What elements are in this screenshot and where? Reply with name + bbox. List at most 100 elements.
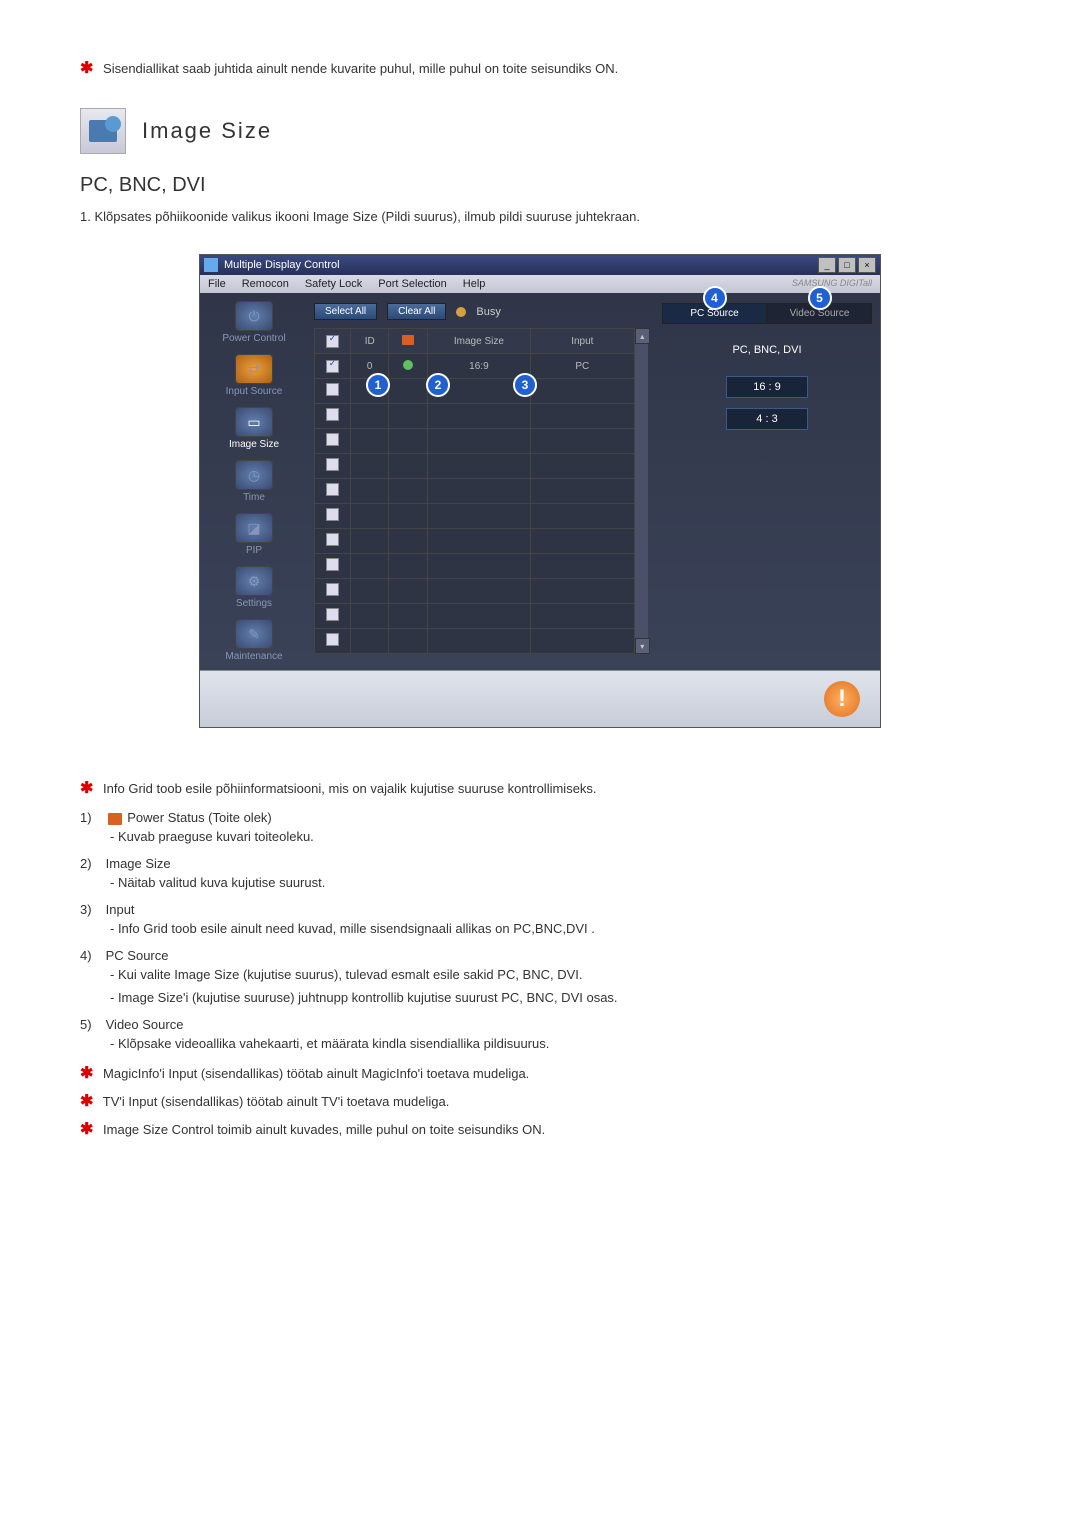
close-button[interactable]: × bbox=[858, 257, 876, 273]
grid-row-empty bbox=[315, 554, 635, 579]
sidebar-item-label: Power Control bbox=[222, 333, 285, 344]
exp-title: Power Status (Toite olek) bbox=[127, 810, 272, 825]
brand-label: SAMSUNG DIGITall bbox=[792, 278, 872, 290]
power-status-icon bbox=[108, 813, 122, 825]
exp-item-4: 4) PC Source - Kui valite Image Size (ku… bbox=[80, 948, 1000, 1005]
callout-4: 4 bbox=[703, 286, 727, 310]
end-note-3: ✱ Image Size Control toimib ainult kuvad… bbox=[80, 1119, 1000, 1139]
subheading: PC, BNC, DVI bbox=[80, 174, 1000, 197]
sidebar-item-power[interactable]: ⏻ Power Control bbox=[204, 301, 304, 344]
col-checkbox bbox=[315, 329, 351, 354]
sidebar-item-label: Time bbox=[243, 492, 265, 503]
menu-portselection[interactable]: Port Selection bbox=[378, 278, 446, 290]
grid-row-empty bbox=[315, 379, 635, 404]
end-note-1: ✱ MagicInfo'i Input (sisendallikas) tööt… bbox=[80, 1063, 1000, 1083]
row-checkbox[interactable] bbox=[326, 508, 339, 521]
exp-title: PC Source bbox=[106, 948, 169, 963]
sidebar-item-time[interactable]: ◷ Time bbox=[204, 460, 304, 503]
exp-desc: - Näitab valitud kuva kujutise suurust. bbox=[110, 875, 1000, 890]
grid-row-empty bbox=[315, 404, 635, 429]
ratio-16-9-button[interactable]: 16 : 9 bbox=[726, 376, 808, 398]
callout-5: 5 bbox=[808, 286, 832, 310]
menu-file[interactable]: File bbox=[208, 278, 226, 290]
power-icon: ⏻ bbox=[235, 301, 273, 331]
sidebar-item-label: Settings bbox=[236, 598, 272, 609]
sidebar-item-pip[interactable]: ◪ PIP bbox=[204, 513, 304, 556]
minimize-button[interactable]: _ bbox=[818, 257, 836, 273]
menubar: File Remocon Safety Lock Port Selection … bbox=[200, 275, 880, 293]
row-checkbox[interactable] bbox=[326, 483, 339, 496]
scroll-down-arrow-icon[interactable]: ▾ bbox=[635, 638, 650, 654]
col-id: ID bbox=[351, 329, 389, 354]
row-checkbox[interactable] bbox=[326, 633, 339, 646]
center-panel: Select All Clear All Busy ID Image Size … bbox=[308, 293, 654, 670]
row-checkbox[interactable] bbox=[326, 533, 339, 546]
star-icon: ✱ bbox=[80, 778, 93, 798]
grid-row[interactable]: 0 16:9 PC bbox=[315, 354, 635, 379]
exp-title: Image Size bbox=[106, 856, 171, 871]
exp-desc: - Kui valite Image Size (kujutise suurus… bbox=[110, 967, 1000, 982]
header-checkbox[interactable] bbox=[326, 335, 339, 348]
exp-desc: - Info Grid toob esile ainult need kuvad… bbox=[110, 921, 1000, 936]
sidebar-item-input[interactable]: ⇄ Input Source bbox=[204, 354, 304, 397]
sidebar-item-label: Image Size bbox=[229, 439, 279, 450]
callout-3: 3 bbox=[513, 373, 537, 397]
pip-icon: ◪ bbox=[235, 513, 273, 543]
clear-all-button[interactable]: Clear All bbox=[387, 303, 446, 320]
menu-help[interactable]: Help bbox=[463, 278, 486, 290]
row-checkbox[interactable] bbox=[326, 383, 339, 396]
select-all-button[interactable]: Select All bbox=[314, 303, 377, 320]
star-icon: ✱ bbox=[80, 1091, 93, 1111]
imagesize-icon: ▭ bbox=[235, 407, 273, 437]
header-title: Image Size bbox=[142, 118, 272, 144]
tab-video-source[interactable]: 5 Video Source bbox=[767, 303, 872, 324]
input-icon: ⇄ bbox=[235, 354, 273, 384]
grid-row-empty bbox=[315, 479, 635, 504]
grid-row-empty bbox=[315, 604, 635, 629]
exp-title: Video Source bbox=[106, 1017, 184, 1032]
info-grid: ID Image Size Input 0 16:9 PC bbox=[314, 328, 635, 654]
row-checkbox[interactable] bbox=[326, 608, 339, 621]
sidebar-item-settings[interactable]: ⚙ Settings bbox=[204, 566, 304, 609]
row-checkbox[interactable] bbox=[326, 433, 339, 446]
sidebar-item-maintenance[interactable]: ✎ Maintenance bbox=[204, 619, 304, 662]
busy-dot-icon bbox=[456, 307, 466, 317]
row-checkbox[interactable] bbox=[326, 408, 339, 421]
grid-row-empty bbox=[315, 529, 635, 554]
row-checkbox[interactable] bbox=[326, 583, 339, 596]
grid-scrollbar[interactable]: ▴ ▾ bbox=[635, 328, 648, 654]
titlebar: Multiple Display Control _ □ × bbox=[200, 255, 880, 275]
exp-title: Input bbox=[106, 902, 135, 917]
exp-item-2: 2) Image Size - Näitab valitud kuva kuju… bbox=[80, 856, 1000, 890]
menu-safetylock[interactable]: Safety Lock bbox=[305, 278, 362, 290]
grid-row-empty bbox=[315, 504, 635, 529]
intro-note: ✱ Sisendiallikat saab juhtida ainult nen… bbox=[80, 58, 1000, 78]
app-icon bbox=[204, 258, 218, 272]
exp-desc: - Kuvab praeguse kuvari toiteoleku. bbox=[110, 829, 1000, 844]
right-heading: PC, BNC, DVI bbox=[672, 344, 862, 356]
scroll-up-arrow-icon[interactable]: ▴ bbox=[635, 328, 650, 344]
section-header: Image Size bbox=[80, 108, 1000, 154]
col-imagesize: Image Size bbox=[427, 329, 530, 354]
ratio-4-3-button[interactable]: 4 : 3 bbox=[726, 408, 808, 430]
grid-row-empty bbox=[315, 629, 635, 654]
tab-pc-source[interactable]: 4 PC Source bbox=[662, 303, 767, 324]
star-icon: ✱ bbox=[80, 1063, 93, 1083]
callout-1: 1 bbox=[366, 373, 390, 397]
sidebar-item-label: PIP bbox=[246, 545, 262, 556]
col-powerstatus bbox=[389, 329, 427, 354]
row-checkbox[interactable] bbox=[326, 458, 339, 471]
maintenance-icon: ✎ bbox=[235, 619, 273, 649]
busy-label: Busy bbox=[476, 306, 500, 318]
exp-item-3: 3) Input - Info Grid toob esile ainult n… bbox=[80, 902, 1000, 936]
row-checkbox[interactable] bbox=[326, 360, 339, 373]
grid-row-empty bbox=[315, 454, 635, 479]
window-title: Multiple Display Control bbox=[224, 259, 340, 271]
col-input: Input bbox=[531, 329, 634, 354]
row-checkbox[interactable] bbox=[326, 558, 339, 571]
maximize-button[interactable]: □ bbox=[838, 257, 856, 273]
menu-remocon[interactable]: Remocon bbox=[242, 278, 289, 290]
sidebar-item-imagesize[interactable]: ▭ Image Size bbox=[204, 407, 304, 450]
sidebar-item-label: Input Source bbox=[226, 386, 283, 397]
exp-item-5: 5) Video Source - Klõpsake videoallika v… bbox=[80, 1017, 1000, 1051]
